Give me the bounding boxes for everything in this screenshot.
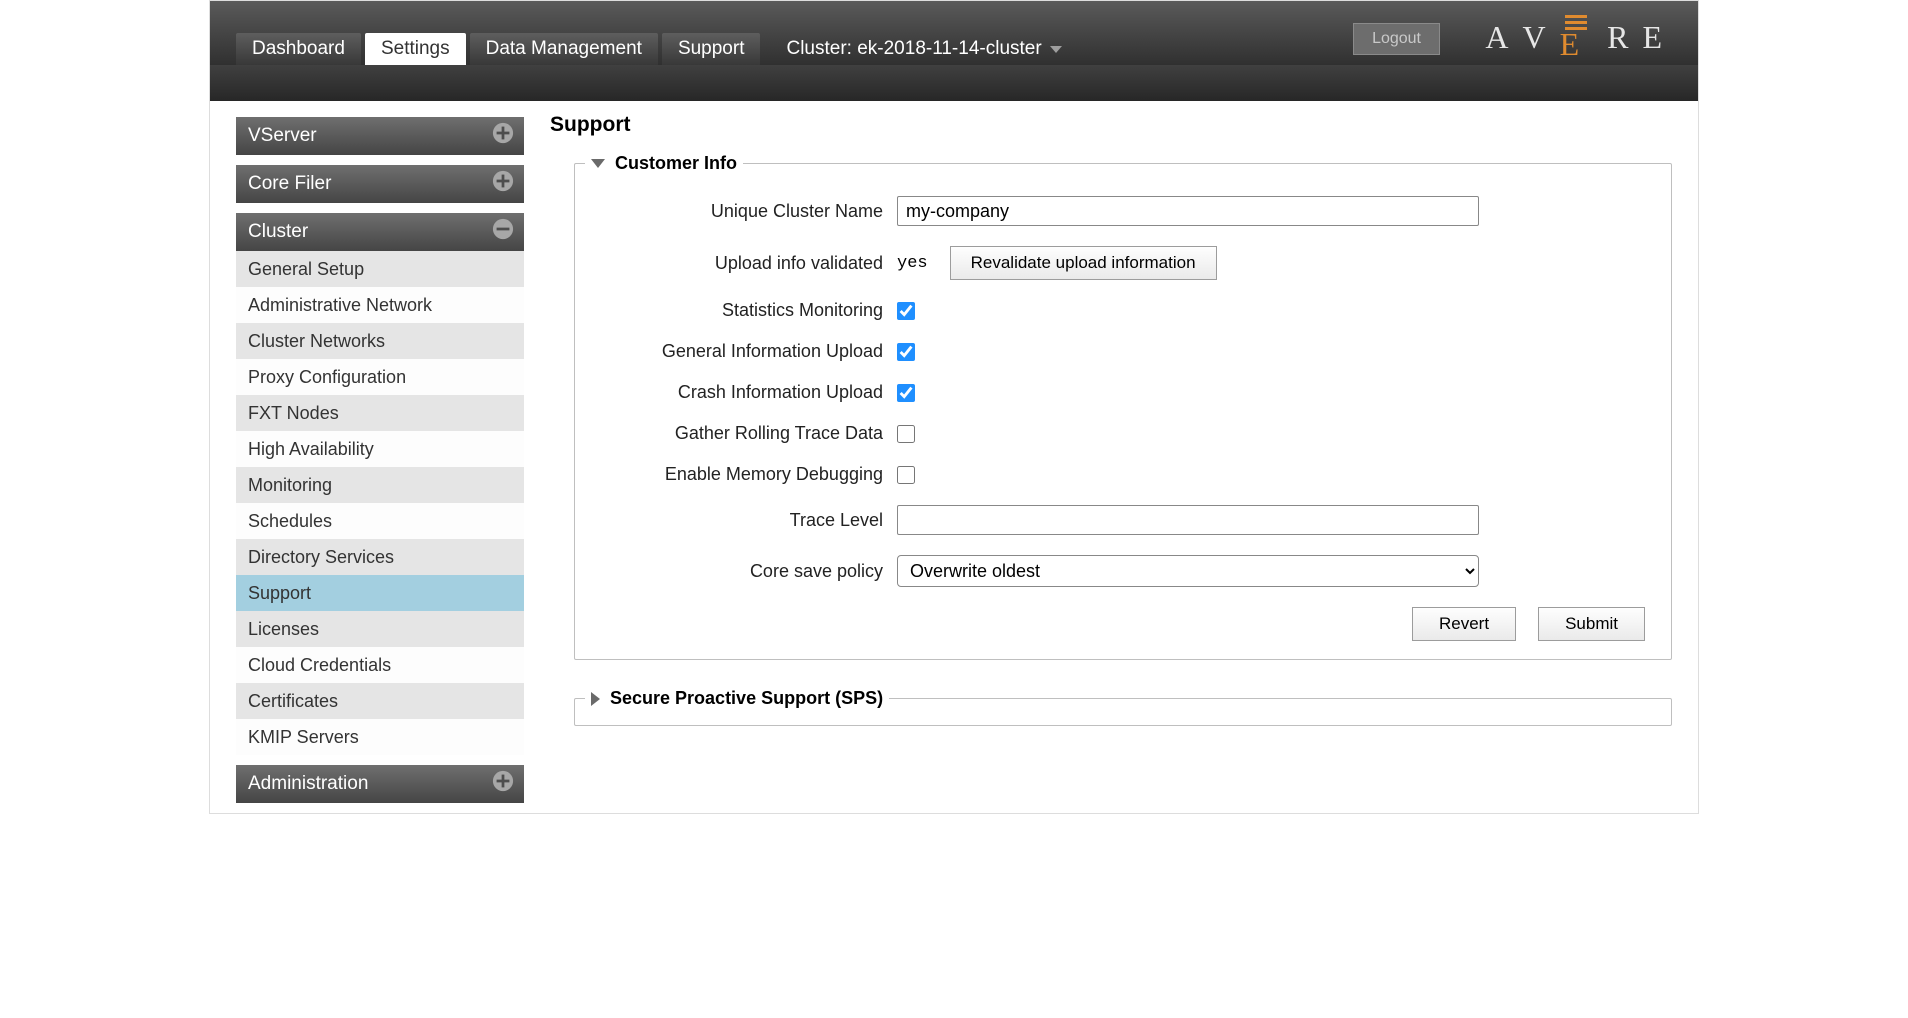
trace-level-label: Trace Level	[597, 510, 897, 531]
nav-item-fxt-nodes[interactable]: FXT Nodes	[236, 395, 524, 431]
general-upload-checkbox[interactable]	[897, 343, 915, 361]
core-save-select[interactable]: Overwrite oldest	[897, 555, 1479, 587]
nav-item-general-setup[interactable]: General Setup	[236, 251, 524, 287]
main-tabs: DashboardSettingsData ManagementSupport	[236, 33, 764, 65]
brand-r: R	[1607, 19, 1642, 56]
nav-item-certificates[interactable]: Certificates	[236, 683, 524, 719]
sub-bar	[210, 65, 1698, 101]
cluster-selector[interactable]: Cluster: ek-2018-11-14-cluster	[786, 33, 1061, 65]
tab-support[interactable]: Support	[662, 33, 761, 65]
cluster-name-input[interactable]	[897, 196, 1479, 226]
nav-item-schedules[interactable]: Schedules	[236, 503, 524, 539]
nav-group-label: Core Filer	[248, 173, 331, 195]
plus-icon	[492, 122, 514, 150]
customer-info-title: Customer Info	[615, 153, 737, 174]
nav-item-administrative-network[interactable]: Administrative Network	[236, 287, 524, 323]
revert-button[interactable]: Revert	[1412, 607, 1516, 641]
crash-upload-label: Crash Information Upload	[597, 382, 897, 403]
nav-item-monitoring[interactable]: Monitoring	[236, 467, 524, 503]
nav-group-core-filer[interactable]: Core Filer	[236, 165, 524, 203]
tab-settings[interactable]: Settings	[365, 33, 466, 65]
cluster-name-label: Unique Cluster Name	[597, 201, 897, 222]
brand-logo: A V E R E	[1485, 8, 1676, 56]
nav-group-cluster[interactable]: Cluster	[236, 213, 524, 251]
cluster-label-text: Cluster: ek-2018-11-14-cluster	[786, 38, 1041, 60]
nav-item-support[interactable]: Support	[236, 575, 524, 611]
nav-group-vserver[interactable]: VServer	[236, 117, 524, 155]
memory-debug-checkbox[interactable]	[897, 466, 915, 484]
nav-group-label: Cluster	[248, 221, 308, 243]
sps-toggle[interactable]: Secure Proactive Support (SPS)	[585, 688, 889, 709]
rolling-trace-checkbox[interactable]	[897, 425, 915, 443]
general-upload-label: General Information Upload	[597, 341, 897, 362]
brand-a: A	[1485, 19, 1522, 56]
core-save-label: Core save policy	[597, 561, 897, 582]
tab-data-management[interactable]: Data Management	[470, 33, 658, 65]
upload-validated-label: Upload info validated	[597, 253, 897, 274]
upload-validated-value: yes	[897, 254, 928, 273]
revalidate-button[interactable]: Revalidate upload information	[950, 246, 1217, 280]
nav-item-cloud-credentials[interactable]: Cloud Credentials	[236, 647, 524, 683]
trace-level-input[interactable]	[897, 505, 1479, 535]
sps-panel: Secure Proactive Support (SPS)	[574, 688, 1672, 726]
brand-v: V	[1522, 19, 1559, 56]
logout-button[interactable]: Logout	[1353, 23, 1440, 55]
minus-icon	[492, 218, 514, 246]
stats-monitoring-label: Statistics Monitoring	[597, 300, 897, 321]
nav-item-directory-services[interactable]: Directory Services	[236, 539, 524, 575]
nav-item-kmip-servers[interactable]: KMIP Servers	[236, 719, 524, 755]
nav-group-administration[interactable]: Administration	[236, 765, 524, 803]
sps-title: Secure Proactive Support (SPS)	[610, 688, 883, 709]
triangle-right-icon	[591, 692, 600, 706]
main-content: Support Customer Info Unique Cluster Nam…	[524, 101, 1698, 813]
brand-e-icon: E	[1560, 15, 1594, 56]
triangle-down-icon	[591, 159, 605, 168]
customer-info-toggle[interactable]: Customer Info	[585, 153, 743, 174]
memory-debug-label: Enable Memory Debugging	[597, 464, 897, 485]
chevron-down-icon	[1050, 46, 1062, 53]
nav-group-label: VServer	[248, 125, 317, 147]
brand-e2: E	[1642, 19, 1676, 56]
page-title: Support	[550, 113, 1672, 137]
crash-upload-checkbox[interactable]	[897, 384, 915, 402]
stats-monitoring-checkbox[interactable]	[897, 302, 915, 320]
tab-dashboard[interactable]: Dashboard	[236, 33, 361, 65]
plus-icon	[492, 770, 514, 798]
submit-button[interactable]: Submit	[1538, 607, 1645, 641]
sidebar: VServerCore FilerClusterGeneral SetupAdm…	[210, 101, 524, 813]
nav-item-licenses[interactable]: Licenses	[236, 611, 524, 647]
plus-icon	[492, 170, 514, 198]
nav-group-label: Administration	[248, 773, 368, 795]
nav-item-proxy-configuration[interactable]: Proxy Configuration	[236, 359, 524, 395]
nav-item-cluster-networks[interactable]: Cluster Networks	[236, 323, 524, 359]
rolling-trace-label: Gather Rolling Trace Data	[597, 423, 897, 444]
customer-info-panel: Customer Info Unique Cluster Name Upload…	[574, 153, 1672, 660]
nav-item-high-availability[interactable]: High Availability	[236, 431, 524, 467]
top-bar: Logout A V E R E DashboardSettingsData M…	[210, 1, 1698, 65]
